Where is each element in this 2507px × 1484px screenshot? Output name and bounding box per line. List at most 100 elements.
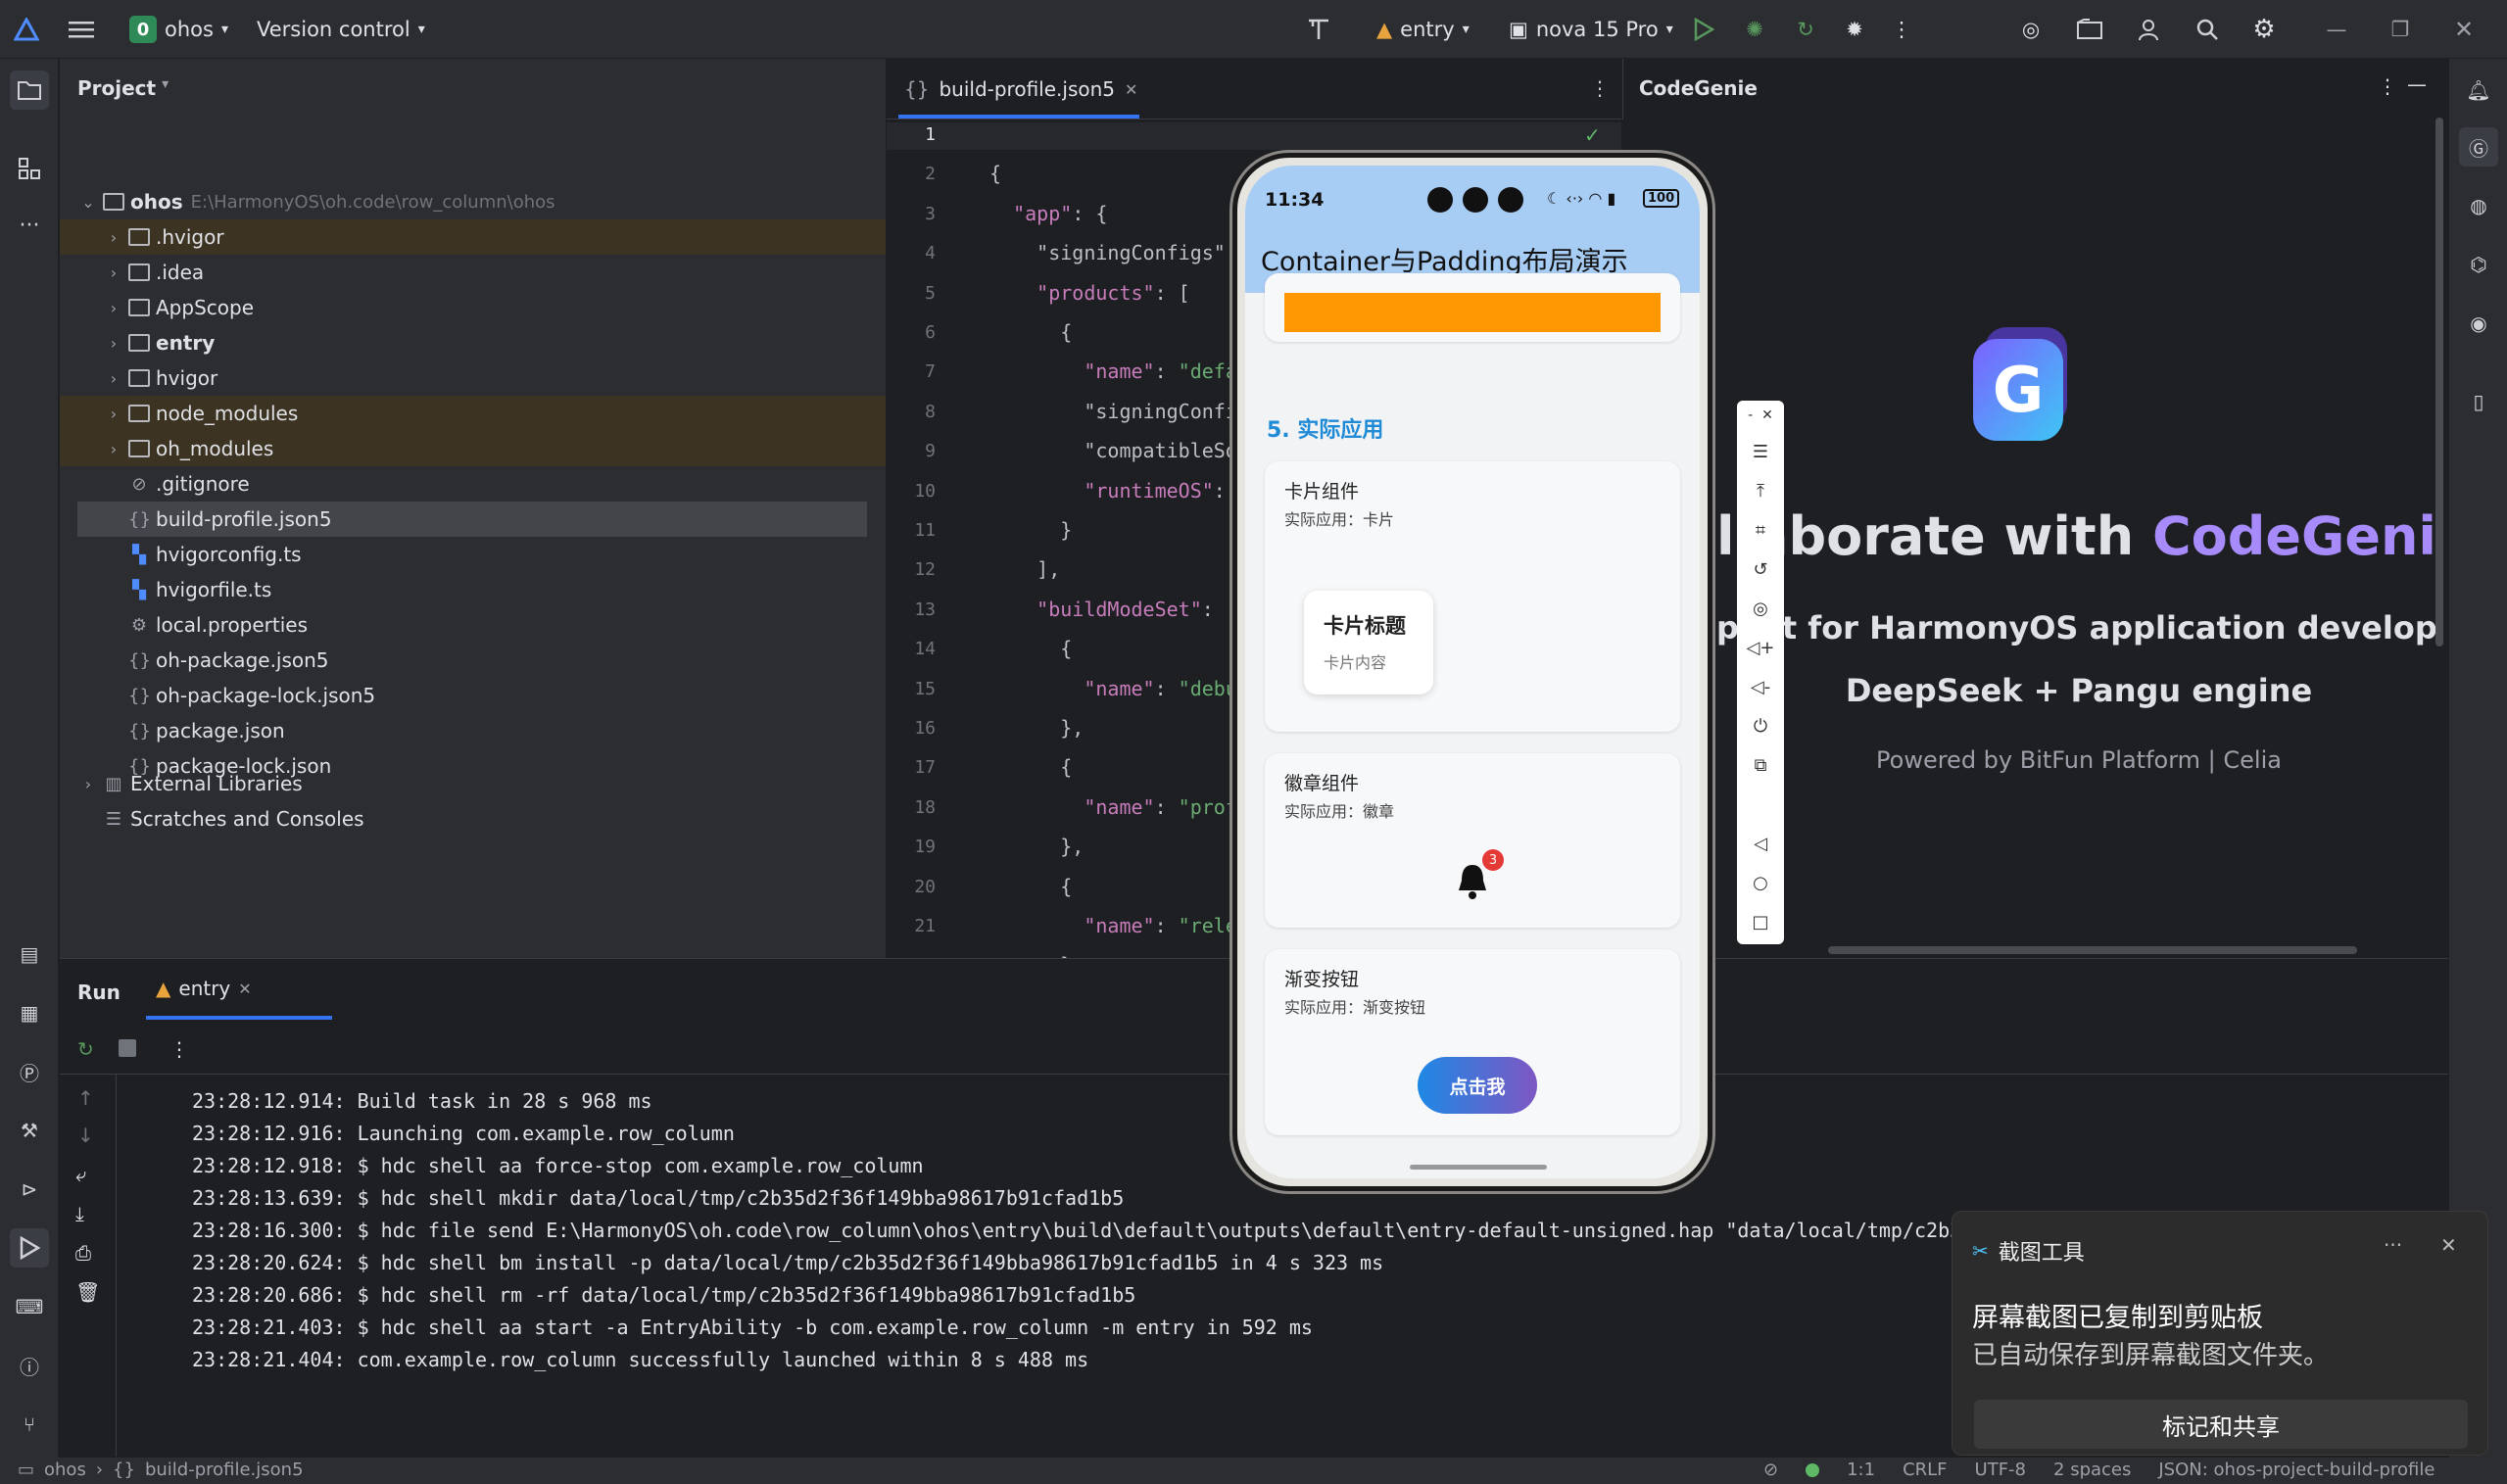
phone-emulator[interactable]: 11:34 ☾ ‹·› ◠ ▮ 100 Container与Padding布局演…: [1232, 153, 1712, 1191]
scroll-down-icon[interactable]: ↓: [77, 1124, 94, 1147]
indent-setting[interactable]: 2 spaces: [2053, 1460, 2131, 1480]
tree-item[interactable]: ▚ hvigorfile.ts: [60, 572, 886, 607]
profiler-panel-icon[interactable]: Ⓟ: [10, 1052, 49, 1091]
code-line[interactable]: ],: [989, 557, 1060, 581]
tree-item[interactable]: {} oh-package-lock.json5: [60, 678, 886, 713]
code-line[interactable]: {: [989, 875, 1072, 898]
scroll-to-end-icon[interactable]: ⤓: [75, 1202, 84, 1225]
codegenie-icon[interactable]: ◎: [2014, 0, 2048, 59]
line-separator[interactable]: CRLF: [1903, 1460, 1947, 1480]
volume-down-icon[interactable]: ◁-: [1737, 669, 1784, 704]
tree-scratches[interactable]: ☰ Scratches and Consoles: [60, 801, 886, 837]
tab-build-profile[interactable]: {} build-profile.json5 ✕: [904, 59, 1137, 120]
volume-up-icon[interactable]: ◁+: [1737, 630, 1784, 665]
more-icon[interactable]: ⋮: [1887, 0, 1916, 59]
json-schema[interactable]: JSON: ohos-project-build-profile: [2158, 1460, 2435, 1480]
code-line[interactable]: "name": "debu: [989, 677, 1237, 700]
code-line[interactable]: }: [989, 518, 1072, 542]
toast-more-icon[interactable]: ···: [2384, 1233, 2402, 1257]
notifications-icon[interactable]: 🔔︎: [2459, 71, 2498, 110]
mark-and-share-button[interactable]: 标记和共享: [1974, 1400, 2468, 1449]
profiler-icon[interactable]: ✹: [1838, 0, 1871, 59]
rerun-icon[interactable]: ↻: [77, 1037, 94, 1061]
print-icon[interactable]: ⎙: [75, 1241, 91, 1265]
search-icon[interactable]: [2191, 0, 2224, 59]
git-icon[interactable]: ⑂: [10, 1405, 49, 1444]
code-line[interactable]: "buildModeSet": [: [989, 598, 1237, 621]
run-config-selector[interactable]: ▲ entry ▾: [1376, 0, 1470, 59]
gradient-button[interactable]: 点击我: [1418, 1057, 1537, 1114]
stop-icon[interactable]: [119, 1039, 136, 1057]
minimize-icon[interactable]: -: [1748, 407, 1753, 423]
caret-position[interactable]: 1:1: [1847, 1460, 1875, 1480]
build-tool-icon[interactable]: [1303, 0, 1334, 59]
code-line[interactable]: {: [989, 162, 1001, 185]
tree-item[interactable]: › hvigor: [60, 360, 886, 396]
version-control-menu[interactable]: Version control ▾: [257, 0, 425, 59]
code-line[interactable]: "products": [: [989, 281, 1190, 305]
code-line[interactable]: "name": "defa: [989, 359, 1237, 383]
editor-more-icon[interactable]: ⋮: [1590, 76, 1610, 100]
structure-icon[interactable]: [10, 149, 49, 188]
todo-icon[interactable]: ▤: [10, 934, 49, 974]
menu-icon[interactable]: ☰: [1737, 434, 1784, 469]
chevron-right-icon[interactable]: ›: [105, 405, 122, 423]
run-more-icon[interactable]: ⋮: [169, 1037, 189, 1061]
recents-icon[interactable]: □: [1737, 904, 1784, 939]
tree-item[interactable]: › .idea: [60, 255, 886, 290]
location-icon[interactable]: ◎: [1737, 591, 1784, 626]
code-line[interactable]: },: [989, 716, 1084, 740]
account-icon[interactable]: [2132, 0, 2165, 59]
codegenie-hide-icon[interactable]: —: [2407, 72, 2427, 96]
device-selector[interactable]: ▣ nova 15 Pro ▾: [1509, 0, 1673, 59]
chevron-right-icon[interactable]: ›: [105, 263, 122, 282]
horizontal-scrollbar[interactable]: [1828, 946, 2357, 954]
close-tab-icon[interactable]: ✕: [1125, 80, 1137, 99]
tree-item[interactable]: {} build-profile.json5: [77, 502, 867, 537]
pin-top-icon[interactable]: ⤒: [1737, 473, 1784, 508]
close-icon[interactable]: ✕: [1761, 407, 1773, 423]
code-line[interactable]: "name": "prof: [989, 795, 1237, 819]
chevron-right-icon[interactable]: ›: [105, 334, 122, 353]
code-line[interactable]: "signingConfigs": [989, 241, 1226, 264]
terminal-icon[interactable]: ⌨: [10, 1287, 49, 1326]
project-folder-icon[interactable]: [10, 71, 49, 110]
restore-icon[interactable]: ❐: [2386, 0, 2415, 59]
services-icon[interactable]: ⊳: [10, 1170, 49, 1209]
settings-gear-icon[interactable]: ⚙: [2247, 0, 2281, 59]
clear-trash-icon[interactable]: 🗑︎: [75, 1280, 100, 1304]
codegenie-side-icon[interactable]: Ⓖ: [2459, 127, 2498, 167]
run-icon[interactable]: [1687, 0, 1720, 59]
tree-external-libraries[interactable]: › ▥ External Libraries: [60, 766, 886, 801]
tree-item[interactable]: {} oh-package.json5: [60, 643, 886, 678]
debug-icon[interactable]: ✺: [1738, 0, 1771, 59]
code-line[interactable]: {: [989, 320, 1072, 344]
device-phone-icon[interactable]: ▯: [2459, 382, 2498, 421]
rotate-icon[interactable]: ↺: [1737, 551, 1784, 587]
assistant-icon[interactable]: ⌬: [2459, 245, 2498, 284]
breadcrumb-file[interactable]: build-profile.json5: [145, 1460, 304, 1480]
tree-item[interactable]: ⊘ .gitignore: [60, 466, 886, 502]
screenshot-icon[interactable]: ⧉: [1737, 747, 1784, 783]
code-line[interactable]: "signingConfi: [989, 400, 1237, 423]
build-panel-icon[interactable]: ⚒: [10, 1111, 49, 1150]
previewer-icon[interactable]: ◍: [2459, 186, 2498, 225]
device-manager-icon[interactable]: [2073, 0, 2106, 59]
tree-item[interactable]: › oh_modules: [60, 431, 886, 466]
run-panel-icon[interactable]: [10, 1228, 49, 1268]
tab-entry[interactable]: ▲ entry ✕: [156, 977, 252, 1000]
code-line[interactable]: "name": "rele: [989, 914, 1237, 937]
code-line[interactable]: "compatibleSd: [989, 439, 1237, 462]
code-line[interactable]: {: [989, 637, 1072, 660]
chevron-right-icon[interactable]: ›: [105, 369, 122, 388]
tree-item[interactable]: › node_modules: [60, 396, 886, 431]
project-selector[interactable]: 0 ohos ▾: [129, 0, 228, 59]
toast-close-icon[interactable]: ✕: [2440, 1233, 2457, 1257]
back-icon[interactable]: ◁: [1737, 826, 1784, 861]
apply-changes-icon[interactable]: ↻: [1789, 0, 1822, 59]
vertical-scrollbar[interactable]: [2435, 118, 2443, 646]
soft-wrap-icon[interactable]: ⤶: [75, 1163, 86, 1186]
tree-root[interactable]: ⌄ ohos E:\HarmonyOS\oh.code\row_column\o…: [60, 184, 886, 219]
minimize-icon[interactable]: —: [2322, 0, 2351, 59]
main-menu-icon[interactable]: [69, 0, 94, 59]
